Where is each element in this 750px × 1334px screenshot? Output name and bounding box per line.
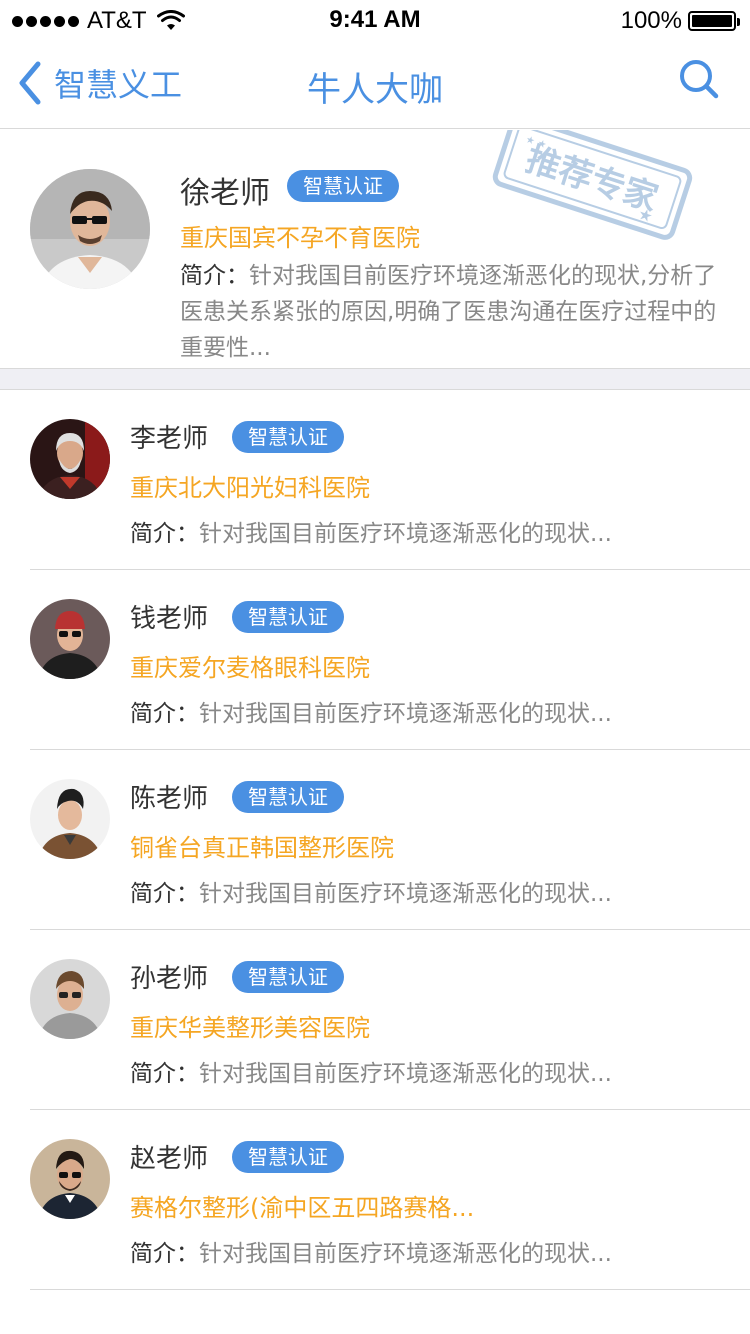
battery-icon xyxy=(688,11,740,31)
avatar-image xyxy=(30,959,110,1039)
verified-badge: 智慧认证 xyxy=(232,421,344,453)
expert-intro: 简介：针对我国目前医疗环境逐渐恶化的现状... xyxy=(130,1234,730,1268)
expert-hospital: 重庆国宾不孕不育医院 xyxy=(180,224,420,252)
intro-text: 针对我国目前医疗环境逐渐恶化的现状,分析了医患关系紧张的原因,明确了医患沟通在医… xyxy=(180,263,717,361)
search-icon[interactable] xyxy=(678,58,720,100)
intro-text: 针对我国目前医疗环境逐渐恶化的现状... xyxy=(199,881,612,907)
verified-badge: 智慧认证 xyxy=(232,961,344,993)
avatar[interactable] xyxy=(30,419,110,499)
expert-name: 陈老师 xyxy=(130,784,209,814)
avatar[interactable] xyxy=(30,1139,110,1219)
intro-label: 简介： xyxy=(130,701,199,727)
intro-text: 针对我国目前医疗环境逐渐恶化的现状... xyxy=(199,1241,612,1267)
list-item[interactable]: 陈老师 智慧认证 铜雀台真正韩国整形医院 简介：针对我国目前医疗环境逐渐恶化的现… xyxy=(0,750,750,930)
intro-label: 简介： xyxy=(130,1241,199,1267)
featured-expert-card[interactable]: 推荐专家 ★ ★ ★ 徐老师 智慧认证 重庆国宾不孕不育医院 简介：针对我国目前… xyxy=(0,130,750,368)
expert-list: 李老师 智慧认证 重庆北大阳光妇科医院 简介：针对我国目前医疗环境逐渐恶化的现状… xyxy=(0,390,750,1290)
avatar-image xyxy=(30,1139,110,1219)
intro-label: 简介： xyxy=(180,263,249,289)
expert-name: 孙老师 xyxy=(130,964,209,994)
verified-badge: 智慧认证 xyxy=(232,1141,344,1173)
expert-intro: 简介：针对我国目前医疗环境逐渐恶化的现状,分析了医患关系紧张的原因,明确了医患沟… xyxy=(180,258,725,366)
expert-name: 钱老师 xyxy=(130,604,209,634)
avatar[interactable] xyxy=(30,959,110,1039)
expert-hospital: 重庆华美整形美容医院 xyxy=(130,1014,370,1042)
expert-intro: 简介：针对我国目前医疗环境逐渐恶化的现状... xyxy=(130,874,730,908)
expert-name: 李老师 xyxy=(130,424,209,454)
row-divider xyxy=(30,1289,750,1290)
avatar-image xyxy=(30,779,110,859)
intro-text: 针对我国目前医疗环境逐渐恶化的现状... xyxy=(199,1061,612,1087)
battery-percent: 100% xyxy=(620,7,682,34)
expert-name: 赵老师 xyxy=(130,1144,209,1174)
verified-badge: 智慧认证 xyxy=(232,781,344,813)
list-item[interactable]: 李老师 智慧认证 重庆北大阳光妇科医院 简介：针对我国目前医疗环境逐渐恶化的现状… xyxy=(0,390,750,570)
intro-label: 简介： xyxy=(130,521,199,547)
expert-name: 徐老师 xyxy=(180,176,270,211)
nav-bar: 智慧义工 牛人大咖 xyxy=(0,40,750,129)
list-item[interactable]: 赵老师 智慧认证 赛格尔整形(渝中区五四路赛格... 简介：针对我国目前医疗环境… xyxy=(0,1110,750,1290)
page-title: 牛人大咖 xyxy=(307,70,443,110)
intro-label: 简介： xyxy=(130,1061,199,1087)
expert-intro: 简介：针对我国目前医疗环境逐渐恶化的现状... xyxy=(130,514,730,548)
verified-badge: 智慧认证 xyxy=(287,170,399,202)
expert-intro: 简介：针对我国目前医疗环境逐渐恶化的现状... xyxy=(130,1054,730,1088)
intro-text: 针对我国目前医疗环境逐渐恶化的现状... xyxy=(199,701,612,727)
avatar[interactable] xyxy=(30,599,110,679)
recommended-expert-stamp: 推荐专家 ★ ★ ★ xyxy=(492,130,693,240)
intro-label: 简介： xyxy=(130,881,199,907)
expert-intro: 简介：针对我国目前医疗环境逐渐恶化的现状... xyxy=(130,694,730,728)
status-right: 100% xyxy=(620,7,740,35)
avatar-image xyxy=(30,599,110,679)
list-item[interactable]: 孙老师 智慧认证 重庆华美整形美容医院 简介：针对我国目前医疗环境逐渐恶化的现状… xyxy=(0,930,750,1110)
section-separator xyxy=(0,368,750,390)
status-bar: AT&T 9:41 AM 100% xyxy=(0,0,750,40)
list-item[interactable]: 钱老师 智慧认证 重庆爱尔麦格眼科医院 简介：针对我国目前医疗环境逐渐恶化的现状… xyxy=(0,570,750,750)
expert-hospital: 铜雀台真正韩国整形医院 xyxy=(130,834,394,862)
expert-hospital: 重庆爱尔麦格眼科医院 xyxy=(130,654,370,682)
expert-hospital: 赛格尔整形(渝中区五四路赛格... xyxy=(130,1194,475,1222)
expert-hospital: 重庆北大阳光妇科医院 xyxy=(130,474,370,502)
avatar[interactable] xyxy=(30,169,150,289)
avatar-image xyxy=(30,419,110,499)
avatar[interactable] xyxy=(30,779,110,859)
avatar-image xyxy=(30,169,150,289)
verified-badge: 智慧认证 xyxy=(232,601,344,633)
intro-text: 针对我国目前医疗环境逐渐恶化的现状... xyxy=(199,521,612,547)
